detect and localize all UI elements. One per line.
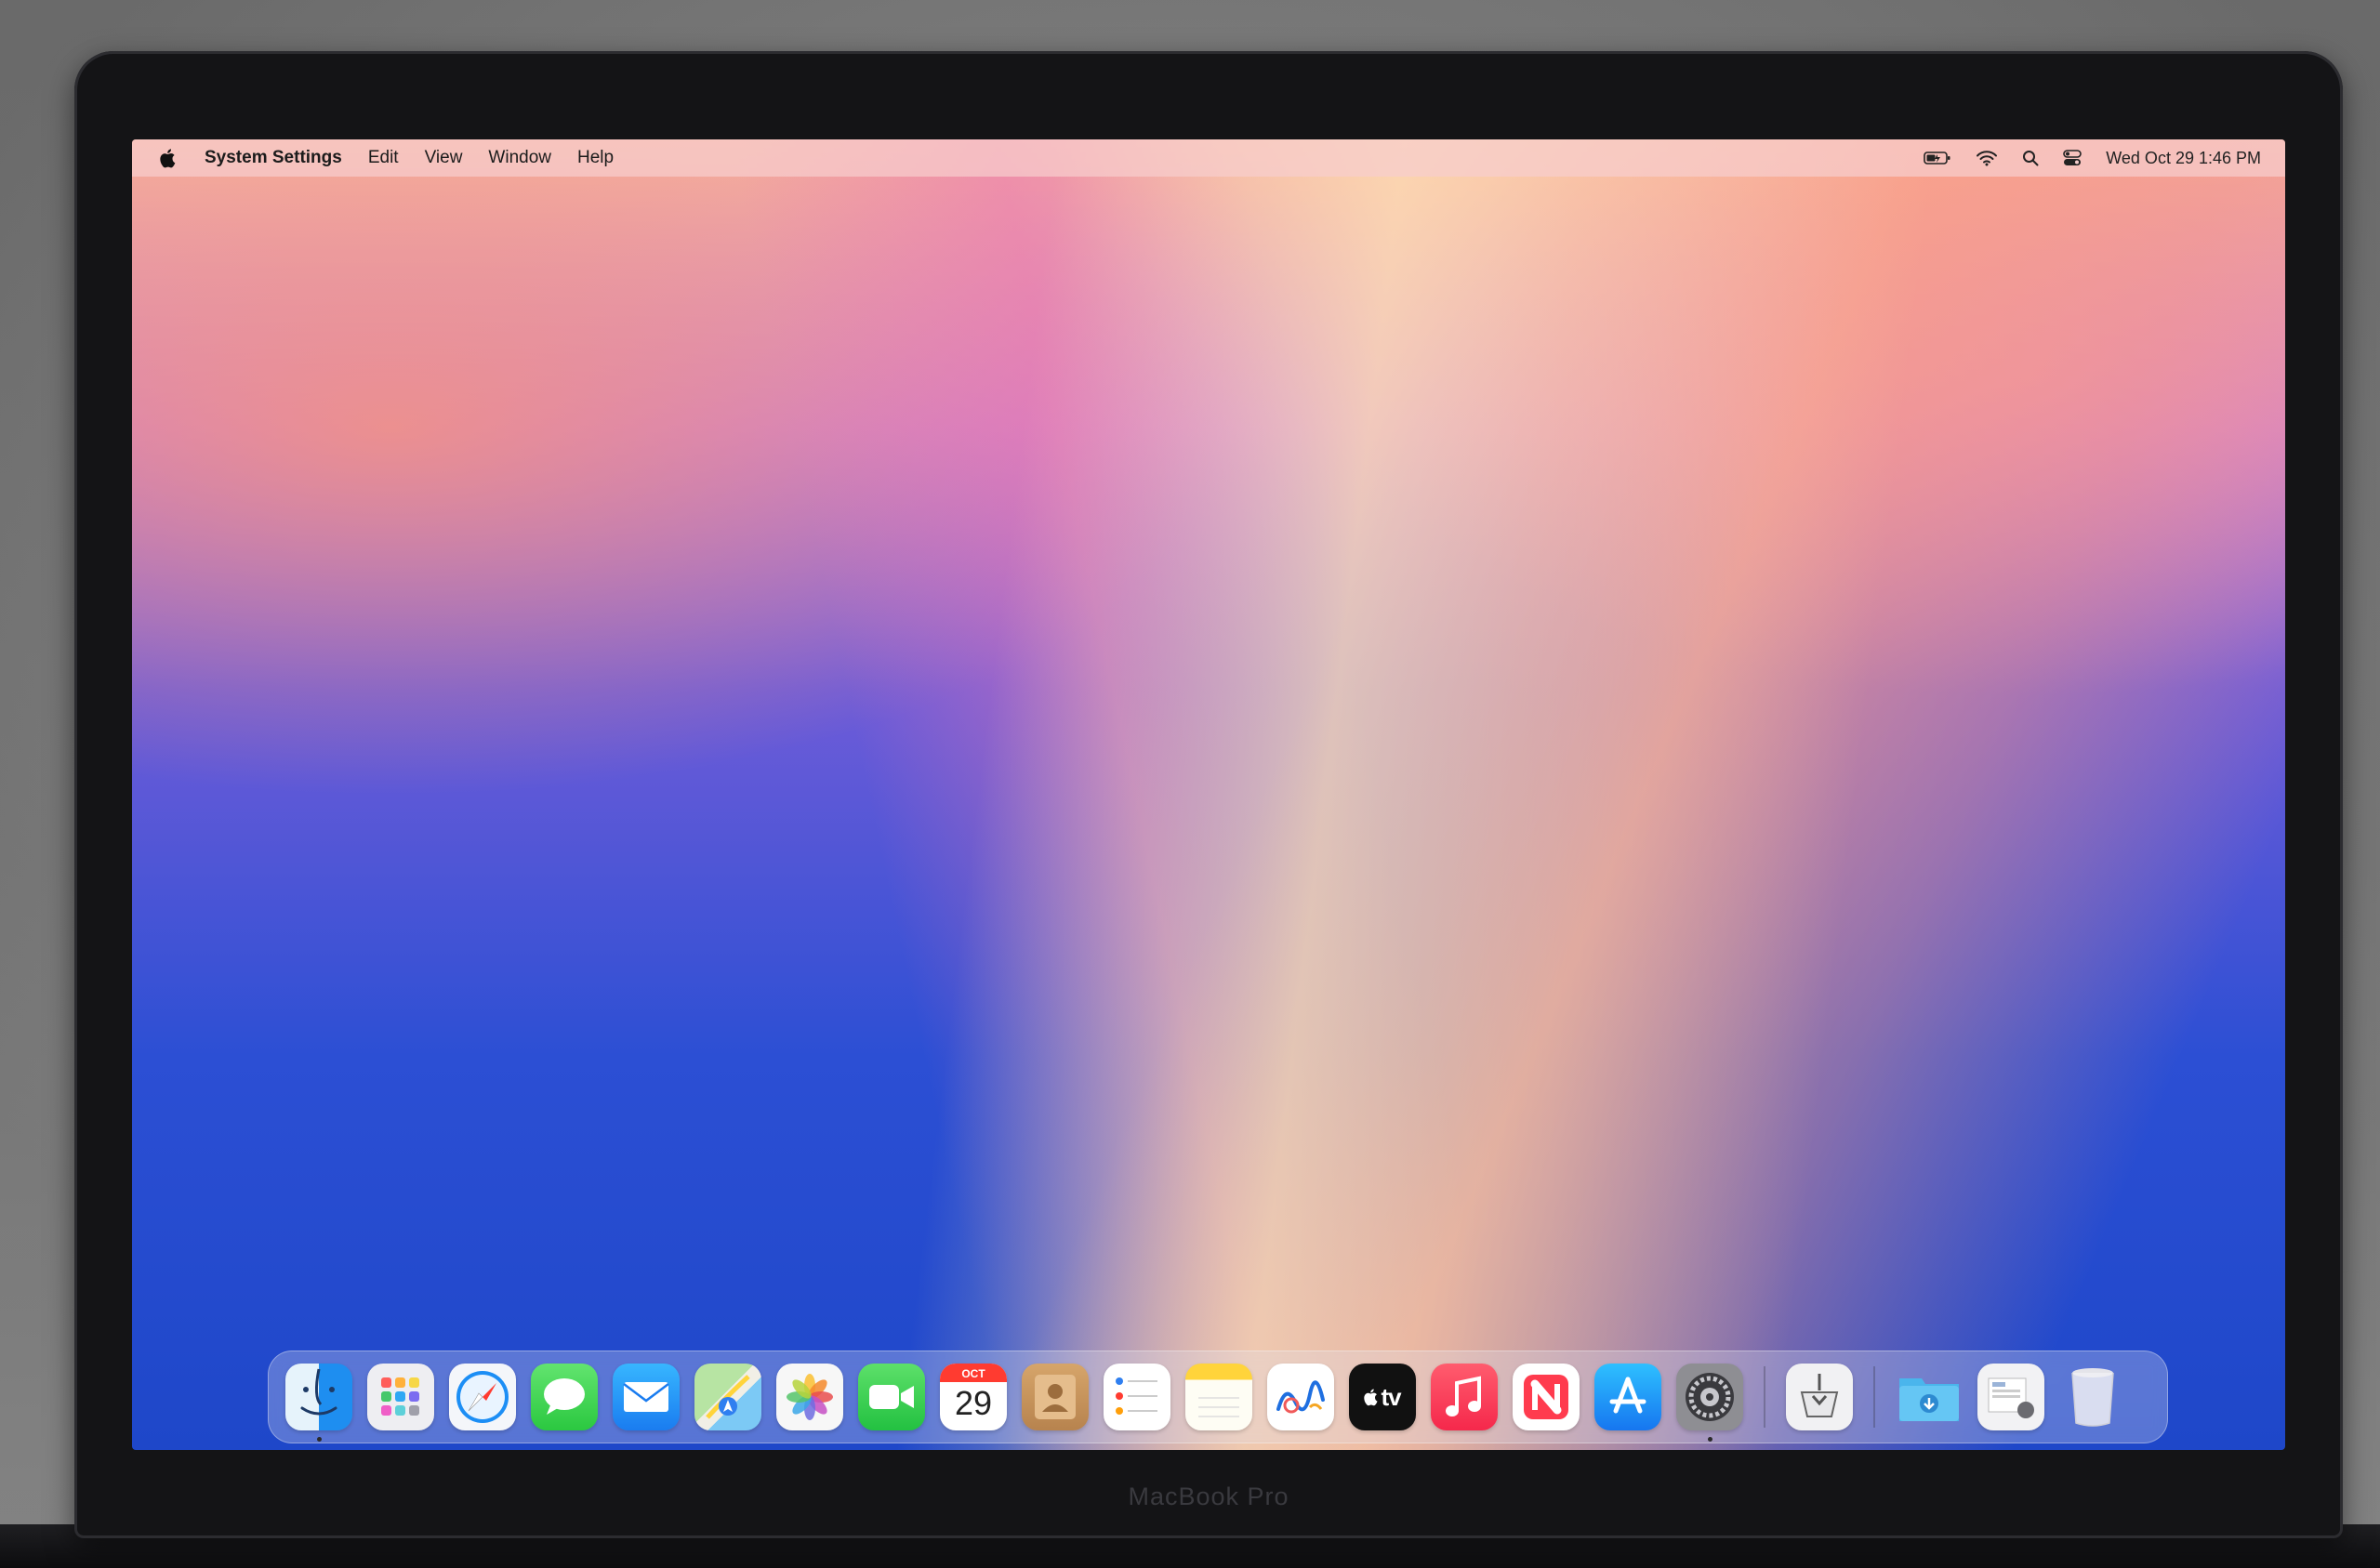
- dock: OCT 29 tv: [268, 1351, 2168, 1443]
- dock-app-freeform[interactable]: [1267, 1364, 1334, 1430]
- launchpad-icon: [381, 1377, 419, 1416]
- dock-app-finder[interactable]: [285, 1364, 352, 1442]
- safari-icon: [456, 1371, 509, 1423]
- freeform-icon: [1276, 1380, 1325, 1414]
- wifi-icon[interactable]: [1976, 150, 1998, 166]
- dock-app-downloads[interactable]: [1896, 1364, 1963, 1430]
- desktop-screen: System Settings Edit View Window Help We…: [132, 139, 2285, 1450]
- dock-app-news[interactable]: [1513, 1364, 1580, 1430]
- contacts-icon: [1035, 1375, 1076, 1419]
- dock-app-photos[interactable]: [776, 1364, 843, 1430]
- downloads-folder-icon: [1899, 1378, 1959, 1421]
- apple-tv-icon: tv: [1364, 1382, 1402, 1412]
- menu-view[interactable]: View: [425, 148, 463, 168]
- dock-separator: [1764, 1366, 1765, 1428]
- recent-items-stack-icon: [1988, 1377, 2034, 1418]
- dock-app-calendar[interactable]: OCT 29: [940, 1364, 1007, 1430]
- tv-label: tv: [1381, 1382, 1401, 1411]
- running-indicator: [316, 1437, 322, 1442]
- dock-app-notes[interactable]: [1185, 1364, 1252, 1430]
- installer-icon: [1800, 1374, 1839, 1417]
- photos-icon: [787, 1374, 833, 1420]
- spotlight-search-icon[interactable]: [2022, 150, 2039, 166]
- mail-icon: [623, 1382, 669, 1412]
- dock-app-tv[interactable]: tv: [1349, 1364, 1416, 1430]
- dock-app-safari[interactable]: [449, 1364, 516, 1430]
- finder-icon: [300, 1368, 337, 1416]
- messages-icon: [544, 1378, 585, 1415]
- dock-separator: [1873, 1366, 1875, 1428]
- dock-app-contacts[interactable]: [1022, 1364, 1089, 1430]
- notes-icon: [1198, 1397, 1239, 1417]
- dock-app-trash[interactable]: [2059, 1364, 2126, 1430]
- facetime-icon: [869, 1385, 914, 1409]
- dock-app-music[interactable]: [1431, 1364, 1498, 1430]
- dock-app-system-settings[interactable]: [1676, 1364, 1743, 1442]
- battery-icon[interactable]: [1924, 151, 1951, 165]
- menu-bar: System Settings Edit View Window Help We…: [132, 139, 2285, 177]
- dock-app-launchpad[interactable]: [367, 1364, 434, 1430]
- app-store-icon: [1609, 1377, 1646, 1414]
- dock-app-recent-stack[interactable]: [1977, 1364, 2044, 1430]
- menu-help[interactable]: Help: [577, 148, 614, 168]
- dock-app-reminders[interactable]: [1104, 1364, 1170, 1430]
- apple-menu-icon[interactable]: [158, 148, 178, 168]
- running-indicator: [1707, 1437, 1712, 1442]
- control-center-icon[interactable]: [2063, 150, 2082, 166]
- status-area: Wed Oct 29 1:46 PM: [1924, 139, 2261, 177]
- dock-app-maps[interactable]: [694, 1364, 761, 1430]
- calendar-month: OCT: [961, 1367, 985, 1380]
- menu-app-name[interactable]: System Settings: [205, 148, 342, 168]
- system-settings-icon: [1686, 1373, 1734, 1421]
- news-icon: [1524, 1375, 1568, 1419]
- trash-icon: [2071, 1368, 2114, 1427]
- menu-clock[interactable]: Wed Oct 29 1:46 PM: [2106, 149, 2261, 168]
- dock-app-mail[interactable]: [613, 1364, 680, 1430]
- dock-app-installer[interactable]: [1786, 1364, 1853, 1430]
- dock-app-messages[interactable]: [531, 1364, 598, 1430]
- reminders-icon: [1116, 1377, 1157, 1415]
- music-icon: [1446, 1376, 1481, 1416]
- menu-edit[interactable]: Edit: [368, 148, 399, 168]
- model-label: MacBook Pro: [1128, 1482, 1289, 1510]
- dock-app-app-store[interactable]: [1594, 1364, 1661, 1430]
- calendar-day: 29: [954, 1384, 993, 1422]
- menu-window[interactable]: Window: [488, 148, 551, 168]
- maps-icon: [706, 1375, 750, 1419]
- dock-app-facetime[interactable]: [858, 1364, 925, 1430]
